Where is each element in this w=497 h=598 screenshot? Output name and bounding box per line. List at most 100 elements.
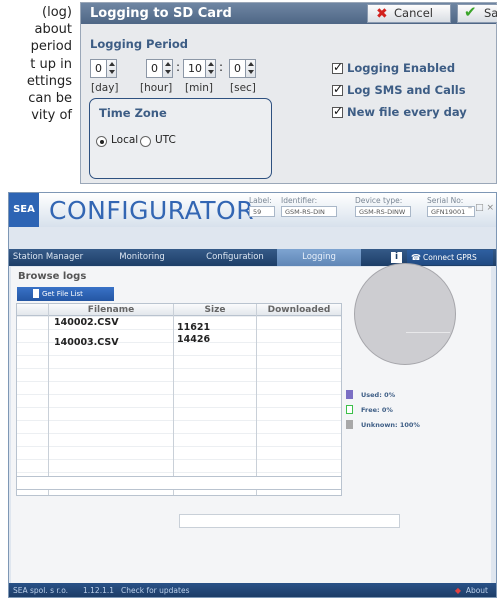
connect-gprs-label: Connect GPRS: [423, 253, 477, 262]
version-number: 1.12.1.1: [83, 586, 115, 595]
logging-enabled-checkbox[interactable]: ✓: [332, 60, 344, 74]
column-divider: [256, 304, 257, 495]
minute-value: 10: [188, 62, 202, 75]
new-file-label: New file every day: [347, 105, 467, 119]
logging-period-label: Logging Period: [90, 37, 189, 51]
identifier-field-value: GSM-RS-DIN: [281, 206, 337, 217]
used-legend-label: Used: 0%: [361, 391, 396, 399]
table-header: Filename Size Downloaded: [17, 304, 341, 316]
unknown-legend-label: Unknown: 100%: [361, 421, 420, 429]
column-header-downloaded[interactable]: Downloaded: [257, 304, 341, 316]
free-legend-label: Free: 0%: [361, 406, 393, 414]
browse-logs-title: Browse logs: [18, 271, 87, 282]
row-size: 11621: [177, 322, 211, 333]
logging-enabled-label: Logging Enabled: [347, 61, 456, 75]
row-size: 14426: [177, 334, 211, 345]
second-unit-label: [sec]: [230, 82, 256, 94]
app-title: CONFIGURATOR: [49, 196, 255, 225]
used-legend-swatch: [346, 390, 353, 399]
local-radio[interactable]: [96, 136, 107, 147]
checkbox-tick-icon: ✓: [333, 60, 344, 74]
checkbox-tick-icon: ✓: [333, 104, 344, 118]
time-zone-group: Time Zone Local UTC: [89, 98, 272, 179]
local-radio-label: Local: [111, 134, 139, 146]
get-file-list-label: Get File List: [42, 290, 83, 298]
checkmark-icon: ✔: [464, 3, 477, 21]
identifier-field-label: Identifier:: [281, 196, 318, 205]
second-spinner[interactable]: 0: [229, 59, 256, 78]
about-link[interactable]: ◆ About: [455, 583, 488, 597]
row-filename: 140003.CSV: [54, 337, 119, 348]
close-x-icon: ✖: [376, 6, 388, 22]
logging-dialog: Logging to SD Card ✖ Cancel ✔ Save Loggi…: [80, 2, 497, 184]
tab-configuration[interactable]: Configuration: [195, 249, 275, 266]
tab-station-manager[interactable]: Station Manager: [11, 249, 85, 266]
horizontal-scrollbar[interactable]: [16, 476, 342, 490]
document-icon: [33, 289, 39, 298]
check-updates-link[interactable]: Check for updates: [121, 583, 190, 597]
day-unit-label: [day]: [91, 82, 119, 94]
new-file-checkbox[interactable]: ✓: [332, 104, 344, 118]
minute-stepper-arrows[interactable]: [205, 60, 215, 77]
minute-unit-label: [min]: [185, 82, 213, 94]
time-separator: :: [219, 60, 224, 74]
column-header-size[interactable]: Size: [174, 304, 256, 316]
hour-spinner[interactable]: 0: [146, 59, 173, 78]
second-stepper-arrows[interactable]: [245, 60, 255, 77]
document-text-fragment: (log) about period t up in ettings can b…: [0, 4, 72, 124]
doc-line: period: [30, 39, 72, 55]
column-divider: [173, 304, 174, 495]
device-type-value: GSM-RS-DINW: [355, 206, 411, 217]
screenshot-root: (log) about period t up in ettings can b…: [0, 0, 497, 598]
save-label: Save: [484, 6, 497, 20]
column-header-filename[interactable]: Filename: [49, 304, 173, 316]
hour-value: 0: [151, 62, 158, 75]
label-field-value: 59: [249, 206, 275, 217]
window-controls[interactable]: – □ ×: [468, 203, 494, 213]
device-type-label: Device type:: [355, 196, 403, 205]
doc-line: (log): [42, 5, 72, 20]
unknown-legend-swatch: [346, 420, 353, 429]
logging-panel: Browse logs Get File List Filename Size …: [11, 263, 491, 583]
save-button[interactable]: ✔ Save: [457, 4, 497, 23]
column-divider: [48, 304, 49, 495]
download-progress-bar: [179, 514, 400, 528]
label-field-label: Label:: [249, 196, 272, 205]
app-header: SEA CONFIGURATOR Label: 59 Identifier: G…: [9, 193, 496, 227]
info-icon[interactable]: i: [391, 252, 402, 263]
sea-logo: SEA: [9, 193, 39, 227]
row-filename: 140002.CSV: [54, 317, 119, 328]
hour-unit-label: [hour]: [140, 82, 173, 94]
doc-line: about: [34, 22, 72, 38]
cancel-button[interactable]: ✖ Cancel: [367, 4, 451, 23]
serial-no-label: Serial No:: [427, 196, 464, 205]
tab-logging[interactable]: Logging: [277, 249, 361, 266]
log-sms-checkbox[interactable]: ✓: [332, 82, 344, 96]
second-value: 0: [234, 62, 241, 75]
doc-line: t up in: [30, 56, 72, 72]
hour-stepper-arrows[interactable]: [162, 60, 172, 77]
get-file-list-button[interactable]: Get File List: [17, 287, 114, 301]
free-legend-swatch: [346, 405, 353, 414]
time-zone-title: Time Zone: [99, 106, 167, 120]
configurator-window: SEA CONFIGURATOR Label: 59 Identifier: G…: [8, 192, 497, 598]
day-spinner[interactable]: 0: [90, 59, 117, 78]
minute-spinner[interactable]: 10: [183, 59, 216, 78]
storage-pie-chart: [354, 263, 456, 365]
doc-line: can be: [28, 91, 72, 107]
doc-line: ettings: [26, 73, 72, 89]
utc-radio-label: UTC: [155, 134, 176, 146]
tab-monitoring[interactable]: Monitoring: [109, 249, 175, 266]
cancel-label: Cancel: [394, 6, 433, 20]
status-bar: SEA spol. s r.o. 1.12.1.1 Check for upda…: [9, 583, 496, 597]
day-value: 0: [95, 62, 102, 75]
company-name: SEA spol. s r.o.: [13, 586, 69, 595]
utc-radio[interactable]: [140, 136, 151, 147]
day-stepper-arrows[interactable]: [106, 60, 116, 77]
time-separator: :: [176, 60, 181, 74]
log-sms-label: Log SMS and Calls: [347, 83, 466, 97]
about-label: About: [465, 586, 488, 595]
file-table: Filename Size Downloaded 140002.CSV 1162…: [16, 303, 342, 496]
checkbox-tick-icon: ✓: [333, 82, 344, 96]
connect-gprs-button[interactable]: ☎ Connect GPRS: [407, 250, 493, 265]
